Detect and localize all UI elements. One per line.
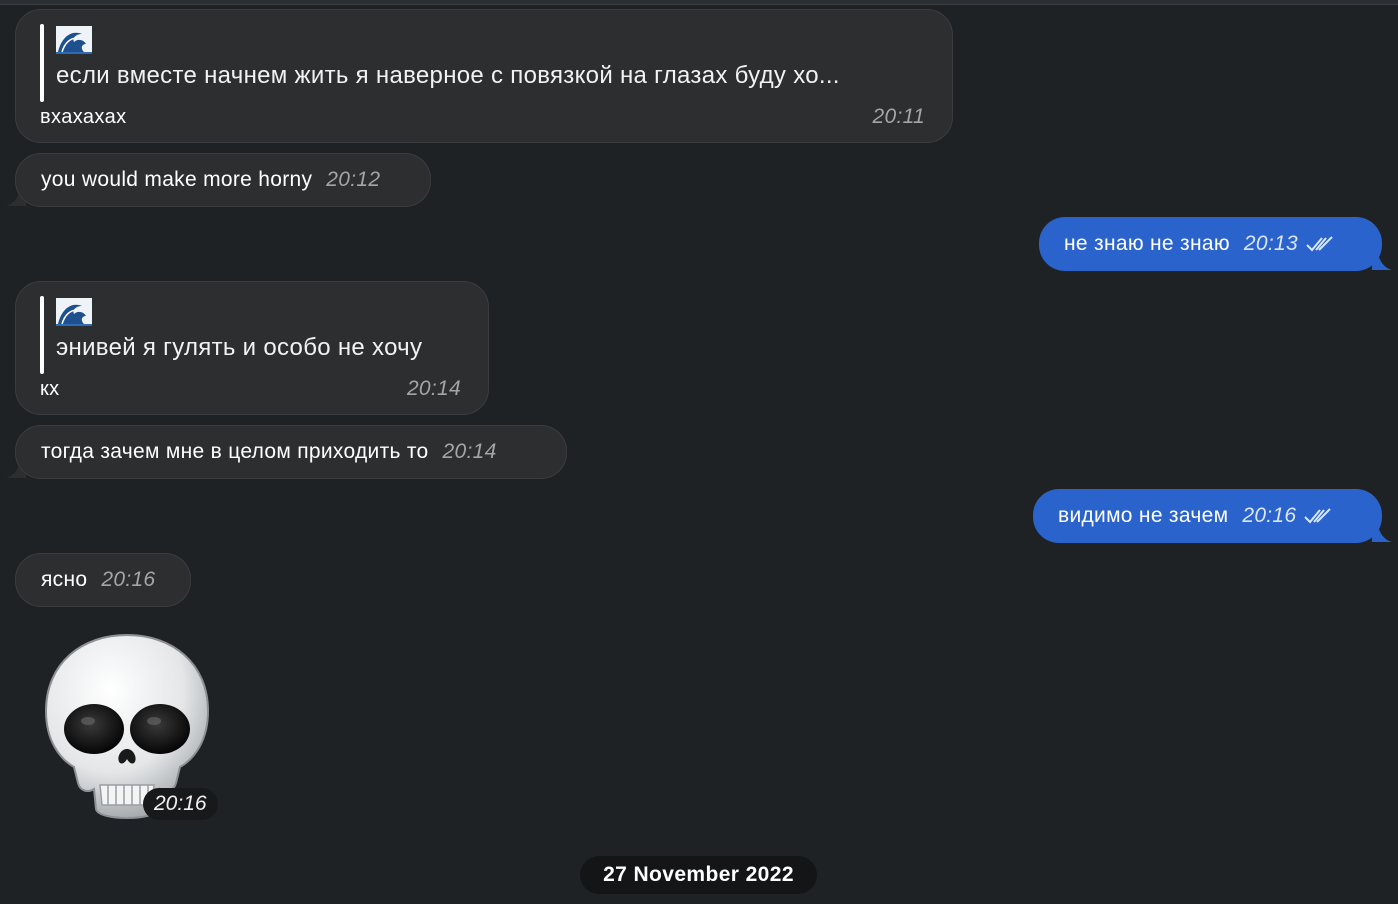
message-text: вхахахах [40, 106, 127, 128]
message-time: 20:11 [872, 105, 925, 128]
message-text: тогда зачем мне в целом приходить то [41, 440, 429, 463]
message-time: 20:12 [326, 168, 381, 191]
message-time: 20:14 [442, 440, 497, 463]
date-separator[interactable]: 27 November 2022 [580, 856, 817, 894]
message-text: не знаю не знаю [1064, 232, 1230, 255]
message-text: ясно [41, 568, 88, 591]
message-time: 20:16 [1242, 504, 1297, 527]
message-time: 20:13 [1243, 232, 1298, 255]
read-checkmarks-icon [1306, 236, 1333, 252]
read-checkmarks-icon [1304, 508, 1332, 524]
reply-quote-bar [40, 296, 44, 374]
message-time: 20:14 [406, 377, 461, 400]
window-top-border [0, 0, 1398, 5]
reply-quote-text: энивей я гулять и особо не хочу [56, 334, 423, 361]
message-bubble-incoming[interactable]: если вместе начнем жить я наверное с пов… [15, 9, 953, 143]
message-bubble-incoming[interactable]: энивей я гулять и особо не хочу кх 20:14 [15, 281, 489, 415]
sticker-time: 20:16 [143, 788, 218, 820]
message-time: 20:16 [101, 568, 156, 591]
message-bubble-incoming[interactable]: you would make more horny 20:12 [15, 153, 431, 207]
message-bubble-outgoing[interactable]: не знаю не знаю 20:13 [1039, 217, 1382, 271]
message-text: кх [40, 378, 60, 400]
wave-emoji-icon [56, 298, 92, 326]
message-text: you would make more horny [41, 168, 313, 191]
message-bubble-outgoing[interactable]: видимо не зачем 20:16 [1033, 489, 1382, 543]
reply-quote-text: если вместе начнем жить я наверное с пов… [56, 62, 840, 89]
message-bubble-incoming[interactable]: ясно 20:16 [15, 553, 191, 607]
message-bubble-incoming[interactable]: тогда зачем мне в целом приходить то 20:… [15, 425, 567, 479]
message-text: видимо не зачем [1058, 504, 1229, 527]
wave-emoji-icon [56, 26, 92, 54]
reply-quote-bar [40, 24, 44, 102]
